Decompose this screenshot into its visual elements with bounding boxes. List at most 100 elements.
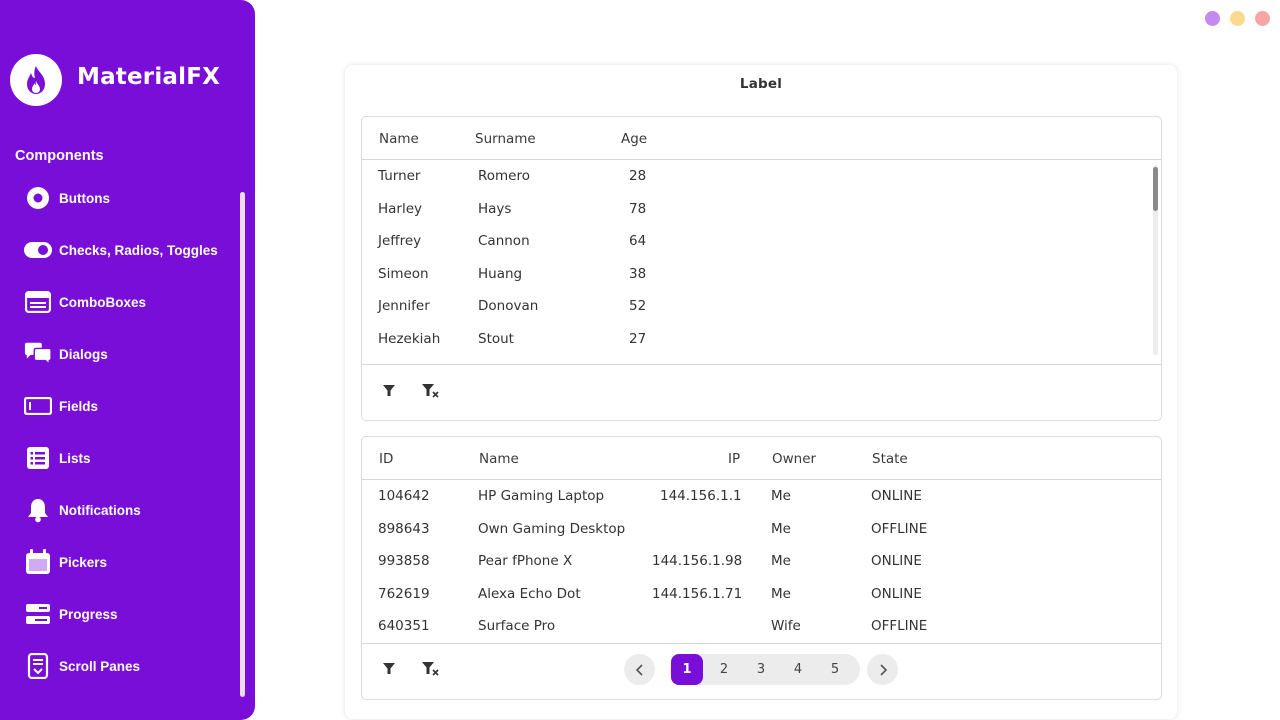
clear-filter-icon[interactable]	[421, 381, 441, 401]
sidebar-item-label: ComboBoxes	[59, 294, 147, 310]
chat-bubbles-icon	[24, 340, 52, 368]
table-header: ID Name IP Owner State	[362, 437, 1161, 480]
sidebar-item-label: Scroll Panes	[59, 658, 141, 674]
table-cell: 64	[629, 233, 647, 249]
calendar-icon	[24, 548, 52, 576]
table-cell: Surface Pro	[478, 618, 556, 634]
column-header-name[interactable]: Name	[479, 451, 519, 467]
sidebar-item-progress[interactable]: Progress	[0, 588, 240, 640]
table-cell: 898643	[378, 521, 430, 537]
column-header-owner[interactable]: Owner	[772, 451, 816, 467]
maximize-button[interactable]	[1230, 11, 1245, 26]
filter-icon[interactable]	[379, 381, 399, 401]
column-header-name[interactable]: Name	[379, 131, 419, 147]
sidebar-item-scroll-panes[interactable]: Scroll Panes	[0, 640, 240, 692]
table-cell: 144.156.1.71	[652, 586, 743, 602]
table-cell: Donovan	[478, 298, 539, 314]
table-cell: Cannon	[478, 233, 530, 249]
people-table: Name Surname Age Turner Romero 28 Harley…	[361, 116, 1162, 421]
section-title: Components	[15, 148, 104, 164]
table-cell: Jennifer	[378, 298, 430, 314]
previous-page-button[interactable]	[624, 654, 655, 685]
page-3-button[interactable]: 3	[745, 654, 777, 685]
sidebar-item-label: Buttons	[59, 190, 110, 206]
table-cell: 762619	[378, 586, 430, 602]
table-cell: 640351	[378, 618, 430, 634]
sidebar-item-dialogs[interactable]: Dialogs	[0, 328, 240, 380]
table-cell: Hays	[478, 201, 512, 217]
close-button[interactable]	[1255, 11, 1270, 26]
table-cell: OFFLINE	[871, 521, 928, 537]
table-cell: Me	[771, 553, 791, 569]
sidebar-item-label: Notifications	[59, 502, 141, 518]
sidebar-item-checks[interactable]: Checks, Radios, Toggles	[0, 224, 240, 276]
table-cell: Jeffrey	[378, 233, 422, 249]
table-cell: Turner	[378, 168, 421, 184]
next-page-button[interactable]	[867, 654, 898, 685]
sidebar-item-buttons[interactable]: Buttons	[0, 172, 240, 224]
page-4-button[interactable]: 4	[782, 654, 814, 685]
sidebar-nav: Buttons Checks, Radios, Toggles ComboBox…	[0, 172, 240, 692]
page-5-button[interactable]: 5	[819, 654, 851, 685]
combobox-icon	[24, 288, 52, 316]
table-cell: 144.156.1.98	[652, 553, 743, 569]
table-cell: ONLINE	[871, 586, 922, 602]
table-cell: ONLINE	[871, 488, 922, 504]
table-cell: Huang	[478, 266, 523, 282]
table-scrollbar-thumb[interactable]	[1153, 167, 1158, 211]
progress-icon	[24, 600, 52, 628]
filter-icon[interactable]	[379, 659, 399, 679]
table-cell: 993858	[378, 553, 430, 569]
column-header-age[interactable]: Age	[621, 131, 647, 147]
column-header-state[interactable]: State	[872, 451, 908, 467]
table-cell: 104642	[378, 488, 430, 504]
table-cell: HP Gaming Laptop	[478, 488, 605, 504]
radio-button-icon	[24, 184, 52, 212]
sidebar-item-pickers[interactable]: Pickers	[0, 536, 240, 588]
clear-filter-icon[interactable]	[421, 659, 441, 679]
table-cell: Me	[771, 521, 791, 537]
table-cell: 38	[629, 266, 647, 282]
sidebar-item-label: Lists	[59, 450, 91, 466]
sidebar: MaterialFX Components Buttons Checks, Ra…	[0, 0, 255, 720]
table-cell: Pear fPhone X	[478, 553, 573, 569]
table-cell: Me	[771, 586, 791, 602]
table-footer	[362, 364, 1161, 421]
table-cell: 78	[629, 201, 647, 217]
page-1-button[interactable]: 1	[671, 654, 703, 685]
card-title: Label	[739, 76, 783, 92]
table-header: Name Surname Age	[362, 117, 1161, 160]
chevron-right-icon	[879, 663, 887, 676]
table-cell: Simeon	[378, 266, 429, 282]
table-cell: Hezekiah	[378, 331, 441, 347]
sidebar-item-fields[interactable]: Fields	[0, 380, 240, 432]
table-cell: Me	[771, 488, 791, 504]
chevron-left-icon	[635, 663, 643, 676]
table-cell: Wife	[771, 618, 801, 634]
table-cell: 52	[629, 298, 647, 314]
sidebar-item-label: Fields	[59, 398, 99, 414]
minimize-button[interactable]	[1205, 11, 1220, 26]
table-cell: ONLINE	[871, 553, 922, 569]
sidebar-item-label: Dialogs	[59, 346, 108, 362]
table-cell: 28	[629, 168, 647, 184]
table-cell: OFFLINE	[871, 618, 928, 634]
column-header-id[interactable]: ID	[379, 451, 393, 467]
app-title: MaterialFX	[77, 64, 221, 90]
list-icon	[24, 444, 52, 472]
sidebar-item-label: Checks, Radios, Toggles	[59, 242, 218, 258]
table-cell: 27	[629, 331, 647, 347]
column-header-ip[interactable]: IP	[728, 451, 740, 467]
table-cell: Alexa Echo Dot	[478, 586, 581, 602]
table-cell: Harley	[378, 201, 423, 217]
table-cell: Own Gaming Desktop	[478, 521, 626, 537]
toggle-icon	[24, 236, 52, 264]
column-header-surname[interactable]: Surname	[475, 131, 536, 147]
sidebar-item-lists[interactable]: Lists	[0, 432, 240, 484]
sidebar-item-notifications[interactable]: Notifications	[0, 484, 240, 536]
flame-icon	[27, 66, 45, 94]
table-cell: Stout	[478, 331, 514, 347]
sidebar-item-comboboxes[interactable]: ComboBoxes	[0, 276, 240, 328]
page-2-button[interactable]: 2	[708, 654, 740, 685]
sidebar-scrollbar[interactable]	[240, 192, 245, 697]
